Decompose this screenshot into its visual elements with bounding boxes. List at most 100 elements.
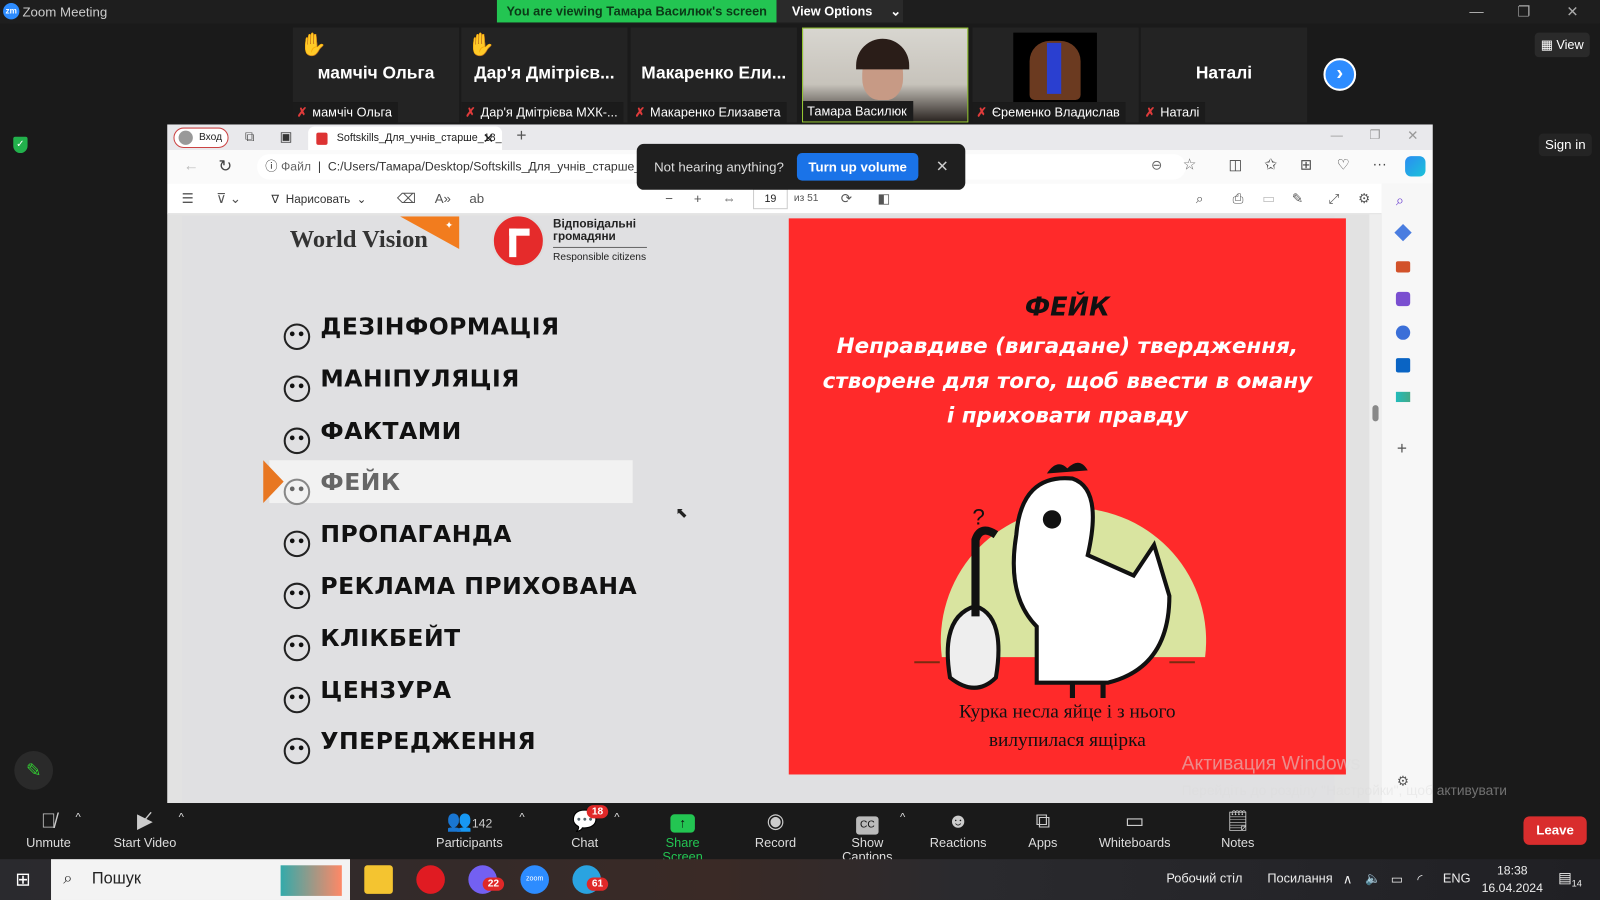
sidebar-games-icon[interactable] (1395, 291, 1411, 307)
apps-button[interactable]: ⧉ Apps (1022, 807, 1063, 850)
show-captions-button[interactable]: CC Show Captions (824, 807, 910, 864)
chat-caret[interactable]: ^ (614, 811, 619, 823)
page-number-input[interactable]: 19 (753, 188, 788, 210)
file-explorer-icon[interactable] (364, 865, 393, 894)
zoom-minus-icon[interactable]: − (665, 191, 673, 206)
close-button[interactable]: ✕ (1566, 3, 1578, 20)
clock[interactable]: 18:38 16.04.2024 (1482, 862, 1543, 897)
desktop-toolbar[interactable]: Робочий стіл (1166, 871, 1242, 885)
refresh-icon[interactable]: ↻ (218, 156, 232, 176)
notes-button[interactable]: 🗒 Notes (1216, 807, 1259, 850)
favorite-star-icon[interactable]: ☆ (1183, 155, 1197, 173)
restore-icon[interactable]: ❐ (1369, 128, 1380, 142)
sidebar-tools-icon[interactable] (1395, 261, 1411, 273)
record-button[interactable]: ◉ Record (753, 807, 798, 850)
collections-add-icon[interactable]: ⊞ (1300, 156, 1312, 173)
viber-icon[interactable]: 22 (468, 865, 505, 894)
back-icon[interactable]: ← (184, 157, 199, 174)
participant-tile[interactable]: ✋ мамчіч Ольга ✗ мамчіч Ольга (292, 27, 460, 123)
new-tab-icon[interactable]: + (516, 126, 526, 146)
whiteboards-button[interactable]: ▭ Whiteboards (1096, 807, 1174, 850)
volume-icon[interactable]: 🔈 (1365, 871, 1381, 886)
maximize-button[interactable]: ❐ (1517, 3, 1530, 20)
zoom-out-icon[interactable]: ⊖ (1151, 157, 1162, 173)
reactions-button[interactable]: ☻ Reactions (929, 807, 988, 850)
turn-up-volume-button[interactable]: Turn up volume (796, 153, 919, 181)
participants-button[interactable]: 👥142 Participants (434, 807, 505, 850)
profile-button[interactable]: Вход (173, 127, 229, 148)
participant-tile[interactable]: Макаренко Ели... ✗ Макаренко Елизавета (630, 27, 797, 123)
sidebar-add-icon[interactable]: + (1397, 439, 1407, 459)
tray-chevron-icon[interactable]: ∧ (1343, 871, 1352, 886)
sidebar-outlook-icon[interactable] (1395, 358, 1411, 373)
close-window-icon[interactable]: ✕ (1407, 128, 1418, 144)
wifi-icon[interactable]: ◜ (1417, 871, 1422, 886)
language-indicator[interactable]: ENG (1443, 871, 1471, 885)
battery-icon[interactable]: ▭ (1391, 871, 1403, 886)
participant-name: Наталі (1160, 105, 1200, 120)
vertical-scrollbar[interactable] (1369, 214, 1382, 804)
sign-in-button[interactable]: Sign in (1538, 133, 1592, 157)
share-screen-button[interactable]: ↑ Share Screen (645, 807, 721, 864)
start-video-button[interactable]: ▶̸ Start Video (110, 807, 179, 850)
tab-pdf[interactable]: Softskills_Для_учнів_старше_18_ ✕ (308, 126, 503, 150)
opera-icon[interactable] (416, 865, 445, 894)
sidebar-search-icon[interactable]: ⌕ (1396, 192, 1404, 209)
close-tab-icon[interactable]: ✕ (483, 127, 494, 150)
audio-options-caret[interactable]: ^ (76, 811, 81, 823)
fit-width-icon[interactable]: ⇔ (722, 191, 735, 206)
save-as-icon[interactable]: ✎ (1292, 191, 1303, 207)
page-view-icon[interactable]: ◧ (878, 191, 891, 207)
participant-name: мамчіч Ольга (312, 105, 392, 120)
minimize-icon[interactable]: — (1331, 128, 1343, 142)
links-toolbar[interactable]: Посилання (1267, 871, 1332, 885)
unmute-button[interactable]: 🎙̸ Unmute (20, 807, 76, 850)
participant-tile[interactable]: Наталі ✗ Наталі (1140, 27, 1308, 123)
chat-button[interactable]: 💬 18 Chat (566, 805, 609, 850)
draw-button[interactable]: ∇ Нарисовать ⌄ (271, 192, 366, 206)
save-icon[interactable]: ▭ (1262, 191, 1275, 207)
more-icon[interactable]: ··· (1372, 155, 1386, 171)
minimize-button[interactable]: — (1469, 3, 1483, 19)
next-page-arrow-icon[interactable]: › (1323, 58, 1357, 91)
read-aloud-icon[interactable]: A» (435, 191, 451, 206)
fullscreen-icon[interactable]: ⤢ (1329, 191, 1340, 207)
highlight-icon[interactable]: ⊽ ⌄ (216, 191, 241, 207)
print-icon[interactable]: ⎙ (1233, 191, 1244, 207)
contents-icon[interactable]: ☰ (182, 191, 194, 207)
captions-caret[interactable]: ^ (900, 811, 905, 823)
view-options-button[interactable]: View Options ⌄ (776, 0, 904, 23)
sidebar-drop-icon[interactable] (1395, 391, 1411, 403)
video-options-caret[interactable]: ^ (179, 811, 184, 823)
zoom-taskbar-icon[interactable]: zoom (520, 865, 549, 894)
view-button[interactable]: ▦ View (1534, 32, 1590, 58)
collections-icon[interactable]: ⧉ (245, 129, 254, 145)
sidebar-tag-icon[interactable] (1394, 223, 1412, 242)
copilot-icon[interactable] (1405, 156, 1426, 177)
favorites-icon[interactable]: ✩ (1264, 155, 1277, 173)
zoom-plus-icon[interactable]: + (694, 191, 702, 206)
eraser-icon[interactable]: ⌫ (397, 191, 416, 207)
tab-actions-icon[interactable]: ▣ (280, 129, 293, 145)
sidebar-m365-icon[interactable] (1395, 325, 1411, 340)
taskbar-search[interactable]: ⌕ Пошук (51, 859, 350, 900)
leave-button[interactable]: Leave (1523, 816, 1587, 845)
translate-icon[interactable]: ab (469, 191, 484, 206)
telegram-icon[interactable]: 61 (572, 865, 609, 894)
settings-gear-icon[interactable]: ⚙ (1358, 191, 1370, 207)
participant-tile[interactable]: Тамара Василюк (802, 27, 969, 123)
split-screen-icon[interactable]: ◫ (1229, 156, 1243, 173)
scrollbar-thumb[interactable] (1372, 405, 1379, 422)
notifications-icon[interactable]: ▤14 (1558, 869, 1582, 888)
close-toast-icon[interactable]: ✕ (936, 157, 949, 175)
start-video-label: Start Video (113, 835, 177, 850)
participant-tile[interactable]: ✋ Дар'я Дмітрієв... ✗ Дар'я Дмітрієва МХК-.… (461, 27, 628, 123)
participant-tile[interactable]: ✗ Єременко Владислав (972, 27, 1139, 123)
windows-start-icon[interactable]: ⊞ (15, 869, 30, 890)
participants-caret[interactable]: ^ (519, 811, 524, 823)
rotate-icon[interactable]: ⟳ (841, 191, 852, 207)
pencil-annotate-icon[interactable]: ✎ (14, 751, 54, 790)
chevron-down-icon: ⌄ (890, 4, 901, 19)
browser-essentials-icon[interactable]: ♡ (1337, 156, 1350, 173)
pdf-search-icon[interactable]: ⌕ (1196, 191, 1203, 207)
